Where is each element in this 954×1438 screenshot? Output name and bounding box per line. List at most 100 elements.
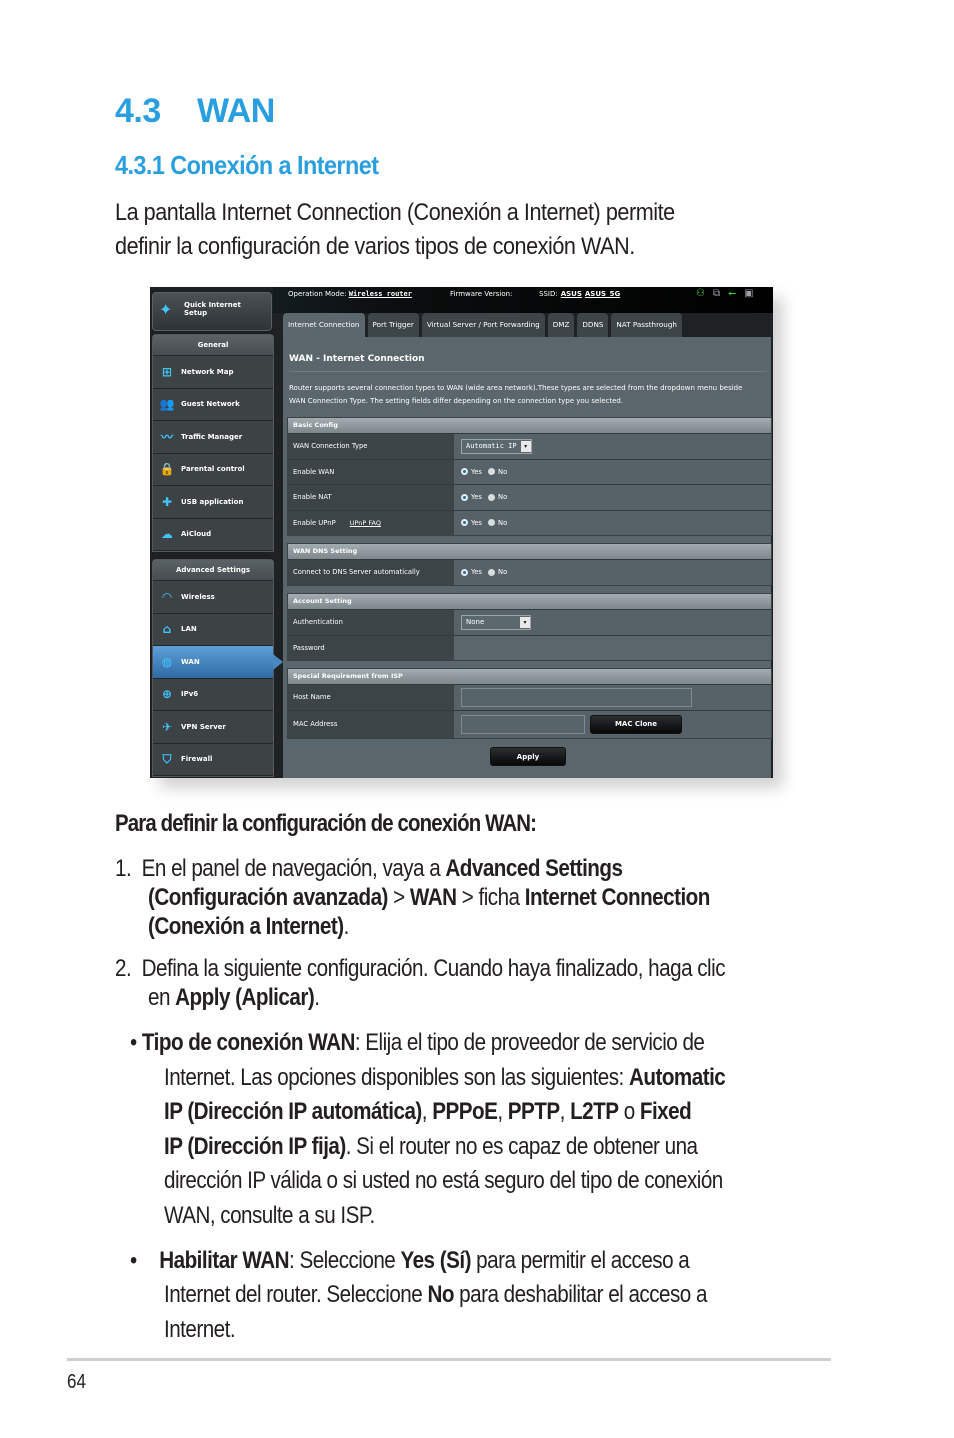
bullet-enable-wan-line-3: Internet. (164, 1316, 236, 1343)
printer-icon[interactable]: ▣ (744, 288, 753, 299)
basic-config-section: Basic Config WAN Connection Type Automat… (287, 417, 772, 536)
account-setting-section: Account Setting Authentication None ▾ Pas… (287, 593, 772, 661)
bold-text: PPTP (507, 1098, 560, 1125)
traffic-manager-icon: 〰 (160, 430, 173, 445)
ssid: SSID: ASUS ASUS_5G (539, 290, 620, 298)
title-divider (289, 371, 767, 372)
mac-address-row: MAC Address MAC Clone (288, 709, 771, 738)
instructions-title: Para definir la configuración de conexió… (115, 810, 537, 837)
sidebar-item-usb-application[interactable]: ✚ USB application (153, 486, 273, 519)
authentication-select[interactable]: None ▾ (461, 614, 531, 630)
tab-ddns[interactable]: DDNS (577, 313, 609, 337)
enable-nat-no-radio[interactable]: No (487, 493, 507, 501)
sidebar-item-lan[interactable]: ⌂ LAN (153, 613, 273, 646)
enable-nat-yes-radio[interactable]: Yes (461, 493, 482, 501)
wan-connection-type-select[interactable]: Automatic IP ▾ (461, 438, 532, 454)
section-header: Account Setting (288, 594, 771, 609)
qis-label-1: Quick Internet (184, 301, 241, 309)
user-status-icon[interactable]: ⚇ (696, 288, 705, 299)
dns-auto-no-radio[interactable]: No (487, 568, 507, 576)
text: > ficha (456, 884, 525, 911)
globe-icon: ◍ (161, 654, 173, 669)
radio-selected-icon (461, 519, 468, 527)
section-title: WAN (197, 92, 275, 130)
tab-nat-passthrough[interactable]: NAT Passthrough (611, 313, 682, 337)
usb-icon[interactable]: ⭠ (728, 288, 736, 299)
dns-auto-yes-radio[interactable]: Yes (461, 568, 482, 576)
isp-requirement-section: Special Requirement from ISP Host Name M… (287, 668, 772, 739)
page-description: Router supports several connection types… (289, 382, 769, 408)
operation-mode-link[interactable]: Wireless router (349, 290, 412, 298)
sidebar-item-parental-control[interactable]: 🔒 Parental control (153, 453, 273, 486)
guest-network-icon: 👥 (159, 397, 175, 412)
bullet-wan-type-line-2: Internet. Las opciones disponibles son l… (164, 1063, 726, 1092)
sidebar-item-guest-network[interactable]: 👥 Guest Network (153, 388, 273, 421)
radio-label: No (497, 467, 508, 476)
host-name-input[interactable] (461, 687, 692, 707)
ssid-link[interactable]: ASUS_5G (585, 290, 620, 298)
mac-address-input[interactable] (461, 714, 585, 734)
bullet-enable-wan: • Habilitar WAN: Seleccione Yes (Sí) para… (130, 1246, 690, 1275)
sidebar-item-wireless[interactable]: ◠ Wireless (153, 581, 273, 614)
text: : Seleccione (289, 1247, 401, 1274)
enable-wan-row: Enable WAN Yes No (288, 458, 771, 484)
field-label: WAN Connection Type (288, 434, 454, 459)
tab-port-trigger[interactable]: Port Trigger (367, 313, 419, 337)
bold-text: Internet Connection (524, 884, 711, 911)
enable-upnp-no-radio[interactable]: No (487, 519, 507, 527)
bullet-wan-type-line-5: dirección IP válida o si usted no está s… (164, 1167, 723, 1194)
text: , (559, 1098, 571, 1125)
sidebar-item-network-map[interactable]: ⊞ Network Map (153, 356, 273, 389)
sidebar-item-label: Traffic Manager (181, 432, 243, 441)
description-line: Router supports several connection types… (289, 384, 743, 392)
apply-button[interactable]: Apply (490, 747, 566, 766)
tab-dmz[interactable]: DMZ (547, 313, 575, 337)
step-1: 1. En el panel de navegación, vaya a Adv… (115, 854, 623, 883)
sidebar-item-aicloud[interactable]: ☁ AiCloud (153, 518, 273, 551)
network-clients-icon[interactable]: ⧉ (713, 288, 720, 299)
upnp-faq-link[interactable]: UPnP FAQ (350, 519, 381, 527)
sidebar-item-traffic-manager[interactable]: 〰 Traffic Manager (153, 421, 273, 454)
mac-clone-button[interactable]: MAC Clone (590, 714, 682, 734)
radio-unselected-icon (487, 493, 495, 501)
enable-wan-yes-radio[interactable]: Yes (461, 468, 482, 476)
section-header: Basic Config (288, 418, 771, 433)
operation-mode: Operation Mode: Wireless router (288, 290, 412, 298)
tab-virtual-server[interactable]: Virtual Server / Port Forwarding (421, 313, 545, 337)
quick-internet-setup-button[interactable]: ✦ Quick Internet Setup (152, 292, 272, 331)
bold-text: Apply (Aplicar) (175, 984, 315, 1011)
home-icon: ⌂ (162, 622, 172, 637)
text: para permitir el acceso a (470, 1247, 690, 1274)
bold-text: IP (Dirección IP fija) (164, 1133, 346, 1160)
bullet-wan-type-line-6: WAN, consulte a su ISP. (164, 1202, 375, 1229)
tab-internet-connection[interactable]: Internet Connection (283, 313, 365, 337)
sidebar-item-label: LAN (181, 625, 197, 634)
bold-text: L2TP (570, 1098, 619, 1125)
bold-text: Automatic (629, 1064, 726, 1091)
sidebar-item-ipv6[interactable]: ⊕ IPv6 (153, 678, 273, 711)
step-1-line-3: (Conexión a Internet). (148, 912, 349, 941)
radio-label: Yes (471, 493, 482, 502)
sidebar-item-label: Parental control (181, 465, 245, 474)
sidebar-item-wan[interactable]: ◍ WAN (153, 646, 283, 679)
step-number: 2. (115, 955, 132, 982)
intro-line: definir la configuración de varios tipos… (115, 233, 635, 260)
page-number: 64 (67, 1371, 86, 1393)
enable-wan-no-radio[interactable]: No (487, 467, 508, 476)
enable-upnp-yes-radio[interactable]: Yes (461, 519, 482, 527)
bullet: • (130, 1247, 137, 1274)
sidebar-item-label: WAN (181, 657, 200, 666)
authentication-row: Authentication None ▾ (288, 609, 771, 635)
radio-unselected-icon (487, 519, 495, 527)
field-label: Authentication (288, 610, 454, 635)
radio-unselected-icon (487, 468, 495, 476)
section-number: 4.3 (115, 92, 161, 130)
ssid-link[interactable]: ASUS (561, 290, 582, 298)
step-2: 2. Defina la siguiente configuración. Cu… (115, 954, 726, 983)
field-label: Password (288, 635, 454, 660)
sidebar-item-firewall[interactable]: ⛉ Firewall (153, 743, 273, 776)
text: para deshabilitar el acceso a (453, 1281, 707, 1308)
sidebar-item-vpn-server[interactable]: ✈ VPN Server (153, 711, 273, 744)
sidebar-item-label: Firewall (181, 755, 213, 764)
field-label: Enable WAN (288, 459, 454, 484)
